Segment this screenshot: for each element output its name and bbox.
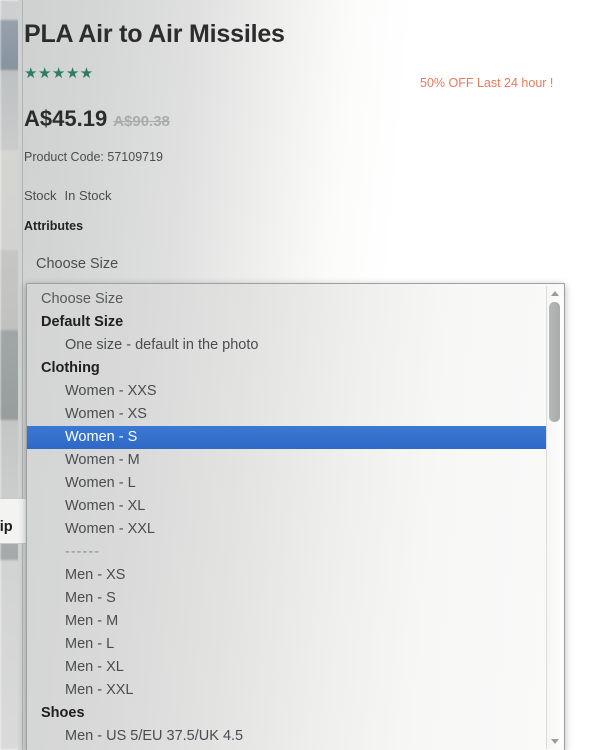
tab-description[interactable]: crip bbox=[0, 519, 13, 535]
size-option[interactable]: Men - XXL bbox=[27, 679, 547, 702]
size-option[interactable]: Women - XS bbox=[27, 403, 547, 426]
size-option[interactable]: Men - XL bbox=[27, 656, 547, 679]
triangle-up-icon[interactable] bbox=[547, 286, 562, 301]
stock-row: Stock In Stock bbox=[24, 188, 111, 203]
size-option[interactable]: ------ bbox=[27, 541, 547, 564]
current-price: A$45.19 bbox=[24, 106, 108, 131]
size-option[interactable]: Men - US 5/EU 37.5/UK 4.5 bbox=[27, 725, 547, 748]
size-option[interactable]: Men - M bbox=[27, 610, 547, 633]
size-option[interactable]: Choose Size bbox=[27, 288, 547, 311]
choose-size-label: Choose Size bbox=[36, 256, 119, 272]
option-group-header: Default Size bbox=[41, 314, 124, 330]
sale-promo-text: 50% OFF Last 24 hour ! bbox=[420, 76, 554, 90]
size-option[interactable]: Women - L bbox=[27, 472, 547, 495]
size-dropdown-popup[interactable]: Choose Size Default Size One size - defaul… bbox=[26, 283, 565, 750]
size-option[interactable]: Men - XS bbox=[27, 564, 547, 587]
size-option[interactable]: One size - default in the photo bbox=[27, 334, 547, 357]
price-row: A$45.19 A$90.38 bbox=[24, 106, 170, 132]
triangle-down-icon[interactable] bbox=[547, 734, 562, 749]
size-option-list: Choose Size Default Size One size - defaul… bbox=[27, 284, 547, 748]
stock-value: In Stock bbox=[64, 188, 112, 203]
product-page: PLA Air to Air Missiles ★★★★★ 50% OFF La… bbox=[0, 0, 593, 750]
option-group-header: Shoes bbox=[41, 705, 85, 721]
size-option[interactable]: Women - XXS bbox=[27, 380, 547, 403]
content-left-divider bbox=[22, 0, 23, 750]
scrollbar-thumb[interactable] bbox=[549, 302, 560, 422]
size-option[interactable]: Men - L bbox=[27, 633, 547, 656]
option-group-header: Clothing bbox=[41, 360, 100, 376]
size-option[interactable]: Women - S bbox=[27, 426, 547, 449]
product-code: Product Code: 57109719 bbox=[24, 150, 163, 164]
dropdown-scrollbar[interactable] bbox=[546, 286, 562, 749]
size-option[interactable]: Men - S bbox=[27, 587, 547, 610]
size-option[interactable]: Women - XXL bbox=[27, 518, 547, 541]
attributes-header: Attributes bbox=[24, 219, 84, 233]
page-title: PLA Air to Air Missiles bbox=[24, 20, 285, 48]
stock-label: Stock bbox=[24, 188, 57, 203]
size-option[interactable]: Women - M bbox=[27, 449, 547, 472]
original-price: A$90.38 bbox=[113, 113, 170, 130]
rating-stars: ★★★★★ bbox=[24, 65, 94, 82]
size-option[interactable]: Women - XL bbox=[27, 495, 547, 518]
